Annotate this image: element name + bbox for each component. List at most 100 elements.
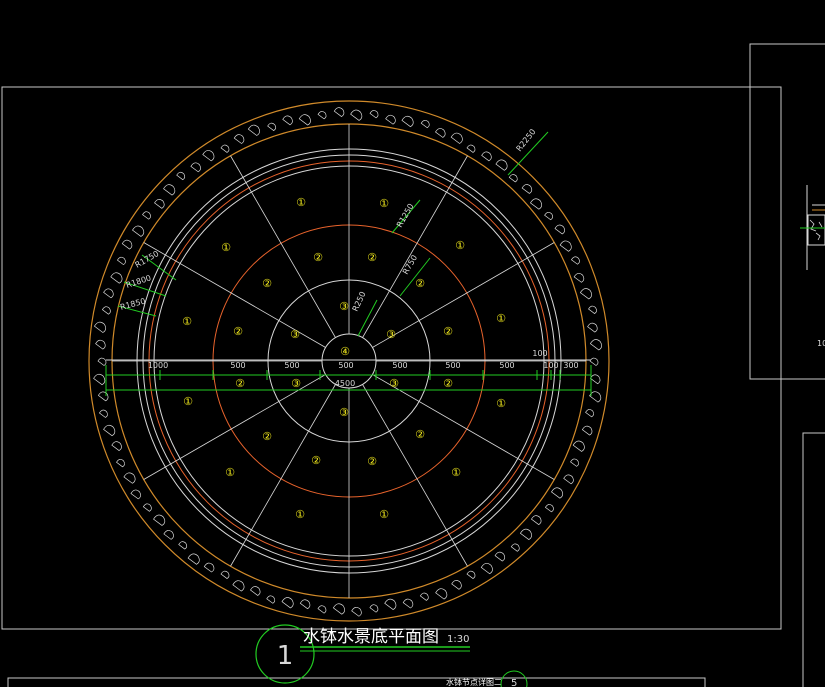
rubble-stone bbox=[220, 570, 230, 579]
zone-marker-ring2: ② bbox=[233, 325, 243, 338]
zone-markers: ④ ③ ③ ③ ③ ② ② ② ② ② ② ② ② ② ② ① ① ① ① ① ① ① ① ① ① ① ① bbox=[182, 196, 506, 521]
rubble-stone bbox=[589, 357, 599, 366]
zone-marker-ring2: ② bbox=[443, 325, 453, 338]
zone-marker-ring1: ① bbox=[496, 312, 506, 325]
rubble-stone bbox=[530, 515, 542, 525]
zone-marker-ring2: ② bbox=[367, 455, 377, 468]
rubble-stone bbox=[589, 374, 601, 385]
rubble-stone bbox=[333, 107, 345, 117]
radius-label-r1800: R1800 bbox=[125, 273, 152, 290]
rubble-stone bbox=[130, 489, 141, 500]
rubble-stone bbox=[178, 541, 188, 550]
dimension-label: 500 bbox=[230, 361, 245, 370]
rubble-stone bbox=[589, 339, 602, 351]
dimension-label: 300 bbox=[563, 361, 578, 370]
zone-marker-ring1: ① bbox=[183, 395, 193, 408]
side-label: 10 bbox=[817, 339, 825, 348]
rubble-stone bbox=[299, 599, 311, 610]
callout-number: 1 bbox=[277, 641, 294, 671]
rubble-stone bbox=[103, 288, 114, 299]
rubble-stone bbox=[401, 115, 414, 128]
rubble-stone bbox=[450, 132, 463, 144]
rubble-stone bbox=[369, 110, 379, 119]
zone-marker-ring1: ① bbox=[225, 466, 235, 479]
spoke-line bbox=[230, 155, 336, 338]
rubble-stone bbox=[116, 458, 125, 468]
zone-marker-ring2: ② bbox=[367, 251, 377, 264]
dimension-zone-label: ② bbox=[443, 377, 453, 390]
rubble-stone bbox=[385, 114, 396, 125]
rubble-stone bbox=[466, 570, 476, 579]
dimension-label: 500 bbox=[338, 361, 353, 370]
sub-title: 水钵节点详图二 bbox=[446, 677, 502, 687]
rubble-stone bbox=[351, 606, 362, 617]
zone-marker-ring1: ① bbox=[455, 239, 465, 252]
rubble-stone bbox=[494, 551, 506, 562]
rubble-stone bbox=[350, 109, 363, 121]
rubble-stone bbox=[544, 504, 554, 513]
rubble-stone bbox=[132, 225, 145, 237]
spoke-line bbox=[372, 242, 555, 348]
dimension-label: 1000 bbox=[148, 361, 168, 370]
radius-label-r250: R250 bbox=[351, 290, 368, 313]
rubble-stone bbox=[529, 198, 543, 210]
rubble-stone bbox=[559, 240, 572, 252]
rubble-stone bbox=[203, 562, 215, 573]
zone-marker-ring1: ① bbox=[379, 508, 389, 521]
rubble-stone bbox=[116, 256, 126, 266]
rubble-stone bbox=[95, 339, 106, 350]
rubble-stone bbox=[579, 288, 592, 300]
rubble-stone bbox=[510, 543, 520, 552]
dimension-label: 500 bbox=[445, 361, 460, 370]
rubble-stone bbox=[554, 224, 565, 235]
dimension-label: 500 bbox=[392, 361, 407, 370]
zone-marker-ring3: ③ bbox=[386, 328, 396, 341]
rubble-stone bbox=[220, 144, 230, 153]
zone-marker-ring2: ② bbox=[415, 428, 425, 441]
rubble-stone bbox=[519, 528, 532, 540]
rubble-stone bbox=[369, 604, 379, 613]
rubble-stone bbox=[402, 598, 414, 609]
rubble-stone bbox=[142, 503, 152, 512]
rubble-stone bbox=[97, 357, 107, 366]
dimension-zone-label: ③ bbox=[291, 377, 301, 390]
spoke-line bbox=[230, 384, 336, 567]
zone-marker-ring2: ② bbox=[311, 454, 321, 467]
zone-marker-ring1: ① bbox=[295, 508, 305, 521]
rubble-stone bbox=[466, 144, 476, 153]
rubble-stone bbox=[317, 111, 327, 120]
rubble-stone bbox=[563, 474, 574, 485]
zone-marker-ring2: ② bbox=[313, 251, 323, 264]
rubble-stone bbox=[480, 562, 493, 575]
rubble-stone bbox=[587, 322, 598, 333]
rubble-stone bbox=[581, 425, 593, 436]
dimension-total-label: 4500 bbox=[335, 379, 355, 388]
rubble-stone bbox=[123, 472, 136, 484]
rubble-stone bbox=[233, 134, 245, 144]
rubble-stone bbox=[281, 597, 294, 609]
rubble-stone bbox=[163, 530, 174, 540]
rubble-stone bbox=[103, 424, 116, 437]
rubble-stone bbox=[588, 305, 597, 314]
rubble-stone bbox=[202, 150, 215, 162]
zone-marker-ring2: ② bbox=[262, 277, 272, 290]
rubble-stone bbox=[451, 580, 462, 590]
zone-marker-ring1: ① bbox=[182, 315, 192, 328]
rubble-stone bbox=[176, 171, 186, 181]
rubble-stone bbox=[93, 321, 107, 333]
rubble-stone bbox=[99, 409, 108, 418]
right-lower-frame bbox=[802, 432, 825, 687]
rubble-stone bbox=[97, 391, 109, 402]
rubble-stone bbox=[163, 184, 176, 196]
rubble-stone bbox=[435, 128, 446, 138]
rubble-stone bbox=[232, 580, 245, 592]
rubble-stone bbox=[573, 272, 585, 283]
rubble-stone bbox=[121, 239, 133, 250]
sub-callout-number: 5 bbox=[511, 678, 517, 687]
rubble-stone bbox=[384, 598, 397, 610]
rubble-stone bbox=[585, 409, 594, 418]
cad-drawing-canvas[interactable]: 10 1000 500 500 500 500 500 500100100 300 4500 … bbox=[0, 0, 825, 687]
radius-label-outer: R2250 bbox=[514, 127, 537, 153]
zone-marker-ring3: ③ bbox=[290, 328, 300, 341]
section-detail-fragment: 10 bbox=[800, 185, 825, 348]
